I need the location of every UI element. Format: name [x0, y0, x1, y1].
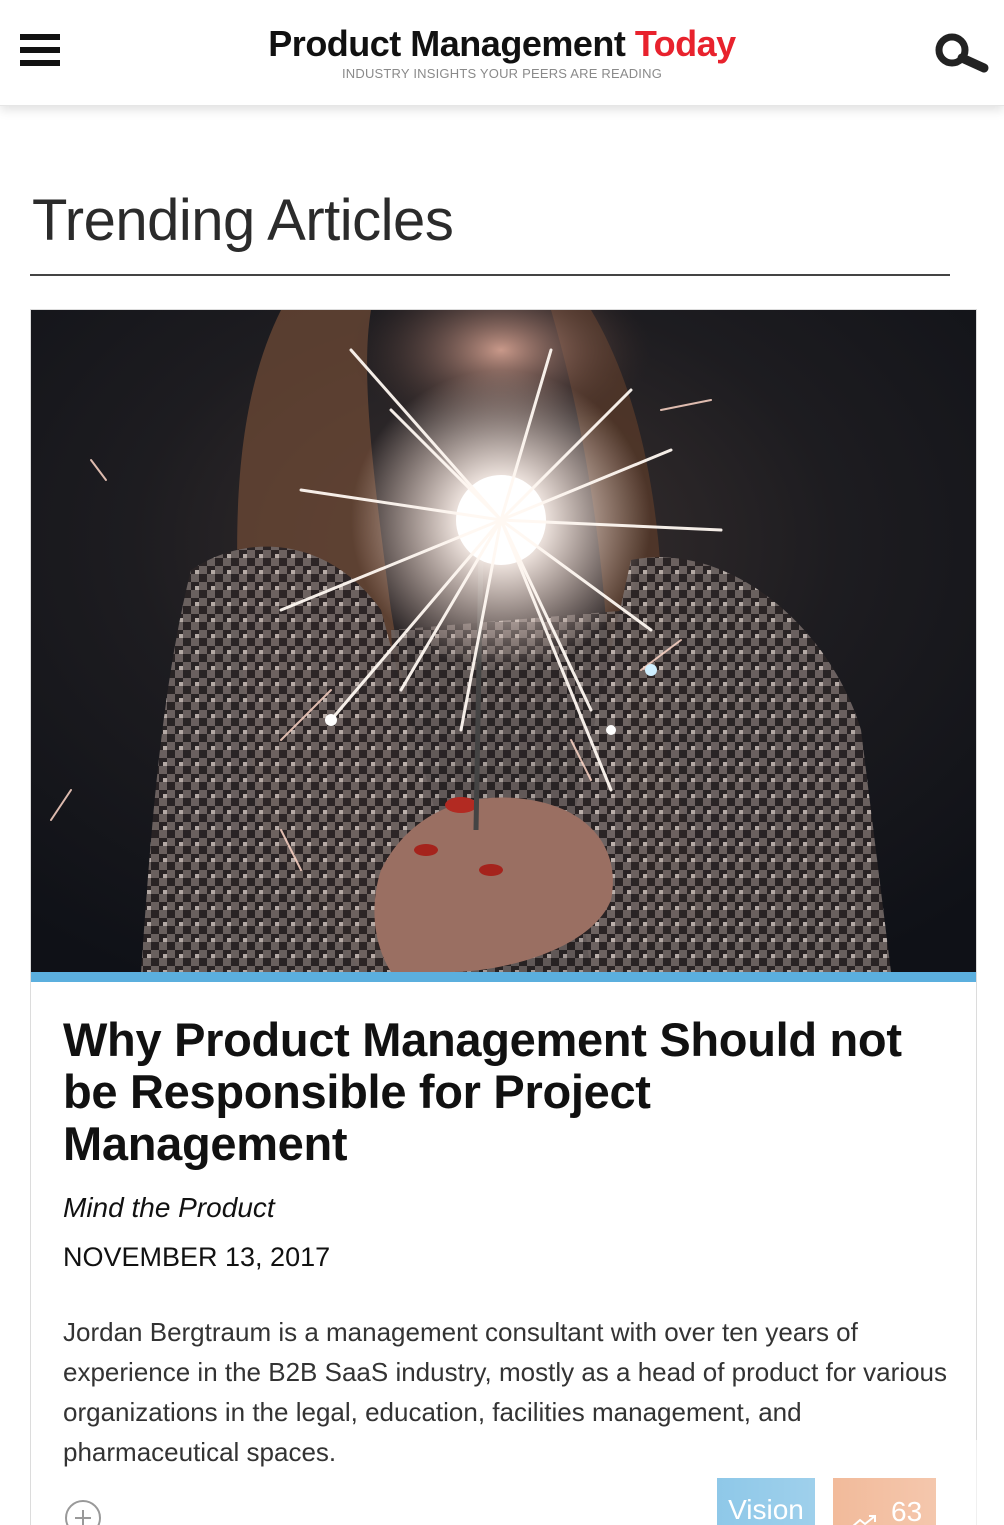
trend-count: 63: [891, 1496, 923, 1525]
brand-accent: Today: [634, 23, 736, 64]
hero-image[interactable]: [31, 310, 976, 972]
site-logo[interactable]: Product Management Today INDUSTRY INSIGH…: [0, 24, 1004, 82]
brand-tagline: INDUSTRY INSIGHTS YOUR PEERS ARE READING: [341, 66, 663, 81]
search-icon[interactable]: [932, 32, 990, 74]
article-source[interactable]: Mind the Product: [63, 1192, 275, 1224]
trending-up-icon: [851, 1504, 879, 1525]
plus-circle-icon[interactable]: [65, 1500, 101, 1525]
hero-accent-bar: [31, 972, 976, 982]
brand-name: Product Management Today: [0, 24, 1004, 64]
site-header: Product Management Today INDUSTRY INSIGH…: [0, 0, 1004, 106]
section-divider: [30, 274, 950, 276]
article-excerpt: Jordan Bergtraum is a management consult…: [63, 1317, 947, 1467]
tag-vision[interactable]: Vision: [717, 1478, 815, 1525]
article-date: NOVEMBER 13, 2017: [63, 1242, 331, 1272]
brand-main: Product Management: [268, 23, 626, 64]
article-title[interactable]: Why Product Management Should not be Res…: [63, 1014, 943, 1170]
trend-badge[interactable]: 63: [833, 1478, 936, 1525]
section-title: Trending Articles: [32, 188, 454, 253]
article-card[interactable]: Why Product Management Should not be Res…: [30, 309, 977, 1525]
